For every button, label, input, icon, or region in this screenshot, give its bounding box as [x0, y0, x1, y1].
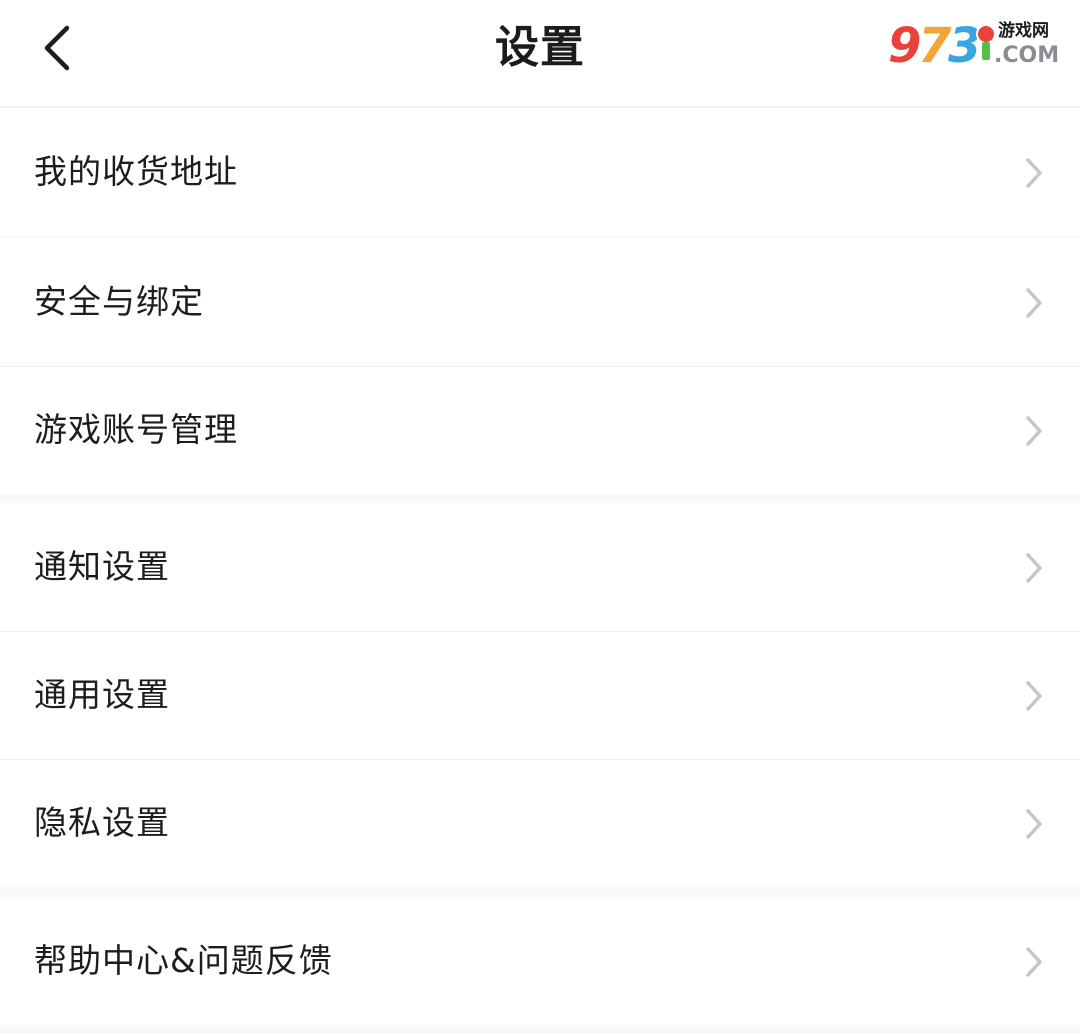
- chevron-right-icon: [1026, 288, 1042, 318]
- settings-group-address: 我的收货地址: [0, 108, 1080, 236]
- chevron-right-icon: [1026, 681, 1042, 711]
- menu-item-privacy-settings[interactable]: 隐私设置: [0, 759, 1080, 887]
- chevron-right-icon: [1026, 809, 1042, 839]
- chevron-right-icon: [1026, 158, 1042, 188]
- menu-item-label: 安全与绑定: [34, 282, 204, 321]
- menu-item-label: 帮助中心&问题反馈: [34, 941, 333, 980]
- svg-text:3: 3: [948, 18, 981, 70]
- menu-item-shipping-address[interactable]: 我的收货地址: [0, 108, 1080, 236]
- settings-group-account: 安全与绑定 游戏账号管理: [0, 238, 1080, 494]
- chevron-right-icon: [1026, 553, 1042, 583]
- menu-item-game-accounts[interactable]: 游戏账号管理: [0, 366, 1080, 494]
- svg-text:9: 9: [888, 18, 921, 70]
- menu-item-label: 隐私设置: [34, 803, 170, 842]
- menu-item-label: 游戏账号管理: [34, 410, 238, 449]
- menu-item-label: 通用设置: [34, 675, 170, 714]
- menu-item-help-feedback[interactable]: 帮助中心&问题反馈: [0, 897, 1080, 1025]
- settings-group-help: 帮助中心&问题反馈: [0, 897, 1080, 1025]
- menu-item-label: 通知设置: [34, 547, 170, 586]
- nav-bar: 设置 9 7 3 游戏网 .COM: [0, 0, 1080, 107]
- site-watermark-logo: 9 7 3 游戏网 .COM: [887, 17, 1060, 70]
- svg-text:.COM: .COM: [994, 43, 1059, 68]
- chevron-right-icon: [1026, 416, 1042, 446]
- menu-item-security-binding[interactable]: 安全与绑定: [0, 238, 1080, 366]
- settings-group-preferences: 通知设置 通用设置 隐私设置: [0, 503, 1080, 887]
- chevron-right-icon: [1026, 947, 1042, 977]
- svg-text:7: 7: [918, 18, 952, 70]
- svg-text:游戏网: 游戏网: [998, 20, 1049, 41]
- menu-item-general-settings[interactable]: 通用设置: [0, 631, 1080, 759]
- menu-item-notification-settings[interactable]: 通知设置: [0, 503, 1080, 631]
- menu-item-label: 我的收货地址: [34, 152, 238, 191]
